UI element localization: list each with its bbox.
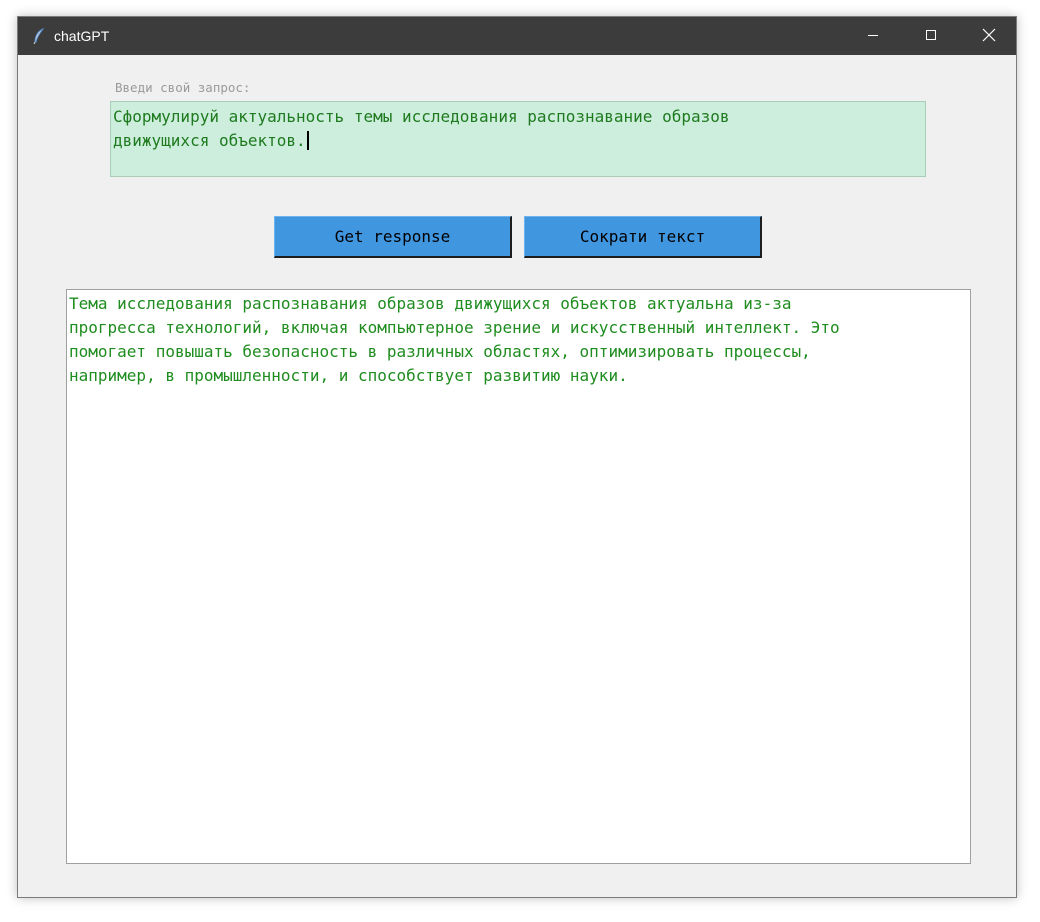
window-title: chatGPT [54,28,110,44]
text-caret [306,131,309,150]
close-button[interactable] [960,17,1018,55]
get-response-button[interactable]: Get response [274,216,512,258]
minimize-icon [867,28,879,44]
close-icon [982,28,996,45]
maximize-icon [925,28,937,44]
response-text: Тема исследования распознавания образов … [69,294,840,385]
prompt-text: Сформулируй актуальность темы исследован… [113,107,730,150]
shorten-text-button[interactable]: Сократи текст [524,216,762,258]
prompt-label: Введи свой запрос: [115,80,251,95]
feather-icon [32,27,46,45]
title-bar[interactable]: chatGPT [18,17,1016,55]
maximize-button[interactable] [902,17,960,55]
prompt-input[interactable]: Сформулируй актуальность темы исследован… [110,101,926,177]
minimize-button[interactable] [844,17,902,55]
response-output[interactable]: Тема исследования распознавания образов … [66,289,971,864]
app-window: chatGPT Введи свой запрос: Сформулируй а… [17,16,1017,898]
